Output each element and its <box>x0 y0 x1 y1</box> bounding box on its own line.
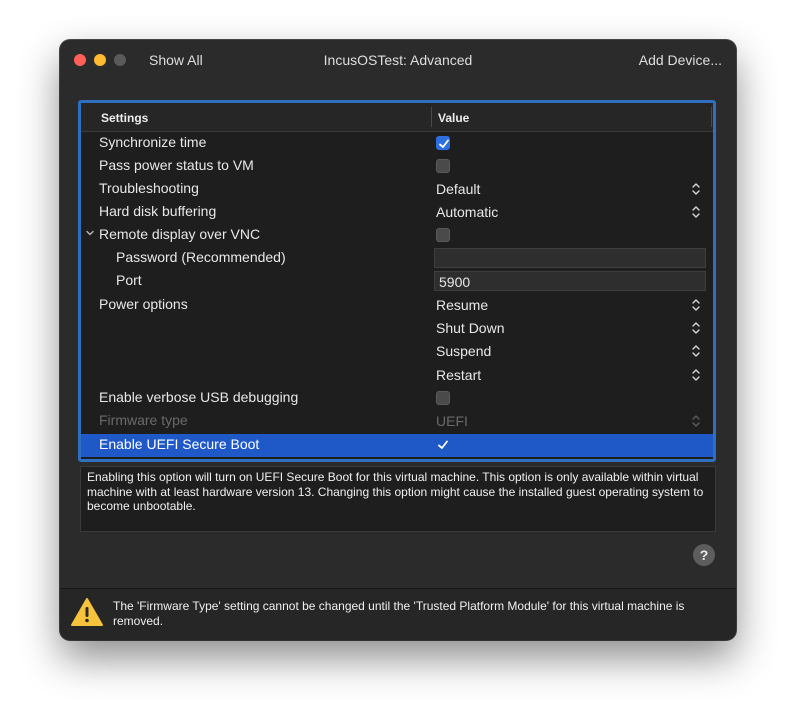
setting-row-uefi-secure-boot[interactable]: Enable UEFI Secure Boot <box>81 434 713 457</box>
setting-label: Firmware type <box>99 412 188 428</box>
warning-footer: The 'Firmware Type' setting cannot be ch… <box>60 588 736 640</box>
column-header-value[interactable]: Value <box>438 111 469 125</box>
setting-row-pass-power-status[interactable]: Pass power status to VM <box>81 155 713 178</box>
checkmark-icon <box>439 139 449 148</box>
remote-display-vnc-checkbox[interactable] <box>436 228 450 242</box>
vnc-port-field[interactable]: 5900 <box>434 271 706 291</box>
setting-row-power-restart[interactable]: Restart <box>81 364 713 387</box>
column-divider <box>431 107 432 127</box>
setting-label: Enable verbose USB debugging <box>99 389 299 405</box>
uefi-secure-boot-checkbox[interactable] <box>436 438 450 452</box>
setting-label: Synchronize time <box>99 134 207 150</box>
setting-row-remote-display-vnc[interactable]: Remote display over VNC <box>81 224 713 247</box>
setting-label: Password (Recommended) <box>116 249 286 265</box>
add-device-button[interactable]: Add Device... <box>639 52 722 68</box>
checkmark-icon <box>438 440 448 449</box>
setting-label: Power options <box>99 296 188 312</box>
setting-row-vnc-port[interactable]: Port 5900 <box>81 270 713 293</box>
setting-row-troubleshooting[interactable]: Troubleshooting Default <box>81 178 713 201</box>
setting-label: Remote display over VNC <box>99 226 261 242</box>
up-down-chevron-icon[interactable] <box>691 204 701 220</box>
up-down-chevron-icon[interactable] <box>691 320 701 336</box>
setting-label: Hard disk buffering <box>99 203 217 219</box>
disclosure-chevron-down-icon[interactable] <box>85 228 95 238</box>
column-header-settings[interactable]: Settings <box>101 111 148 125</box>
up-down-chevron-icon[interactable] <box>691 343 701 359</box>
firmware-type-select: UEFI <box>436 413 468 429</box>
setting-row-verbose-usb-debugging[interactable]: Enable verbose USB debugging <box>81 387 713 410</box>
setting-row-power-options[interactable]: Power options Resume <box>81 294 713 317</box>
up-down-chevron-icon[interactable] <box>691 181 701 197</box>
hard-disk-buffering-select[interactable]: Automatic <box>436 204 498 220</box>
setting-label: Port <box>116 272 142 288</box>
up-down-chevron-icon[interactable] <box>691 297 701 313</box>
table-header: Settings Value <box>81 103 713 132</box>
window-title: IncusOSTest: Advanced <box>323 52 473 68</box>
power-option-restart-select[interactable]: Restart <box>436 367 481 383</box>
title-bar: Show All IncusOSTest: Advanced Add Devic… <box>60 40 736 80</box>
power-option-shutdown-select[interactable]: Shut Down <box>436 320 504 336</box>
setting-row-synchronize-time[interactable]: Synchronize time <box>81 132 713 155</box>
setting-label: Troubleshooting <box>99 180 199 196</box>
verbose-usb-debugging-checkbox[interactable] <box>436 391 450 405</box>
pass-power-status-checkbox[interactable] <box>436 159 450 173</box>
up-down-chevron-icon <box>692 415 700 427</box>
vnc-password-field[interactable] <box>434 248 706 268</box>
up-down-chevron-icon[interactable] <box>691 367 701 383</box>
power-option-suspend-select[interactable]: Suspend <box>436 343 491 359</box>
synchronize-time-checkbox[interactable] <box>436 136 450 150</box>
setting-row-power-suspend[interactable]: Suspend <box>81 340 713 363</box>
setting-label: Pass power status to VM <box>99 157 254 173</box>
help-button[interactable]: ? <box>693 544 715 566</box>
warning-icon <box>71 598 103 626</box>
troubleshooting-select[interactable]: Default <box>436 181 480 197</box>
warning-message: The 'Firmware Type' setting cannot be ch… <box>113 599 685 628</box>
setting-description: Enabling this option will turn on UEFI S… <box>80 466 716 532</box>
setting-row-power-shutdown[interactable]: Shut Down <box>81 317 713 340</box>
setting-label: Enable UEFI Secure Boot <box>99 436 260 452</box>
setting-row-firmware-type: Firmware type UEFI <box>81 410 713 433</box>
field-value: 5900 <box>439 274 471 290</box>
setting-row-hard-disk-buffering[interactable]: Hard disk buffering Automatic <box>81 201 713 224</box>
setting-row-vnc-password[interactable]: Password (Recommended) <box>81 247 713 270</box>
advanced-settings-window: Show All IncusOSTest: Advanced Add Devic… <box>60 40 736 640</box>
settings-table: Settings Value Synchronize time Pass pow… <box>78 100 716 462</box>
column-divider <box>711 107 712 127</box>
power-option-resume-select[interactable]: Resume <box>436 297 488 313</box>
